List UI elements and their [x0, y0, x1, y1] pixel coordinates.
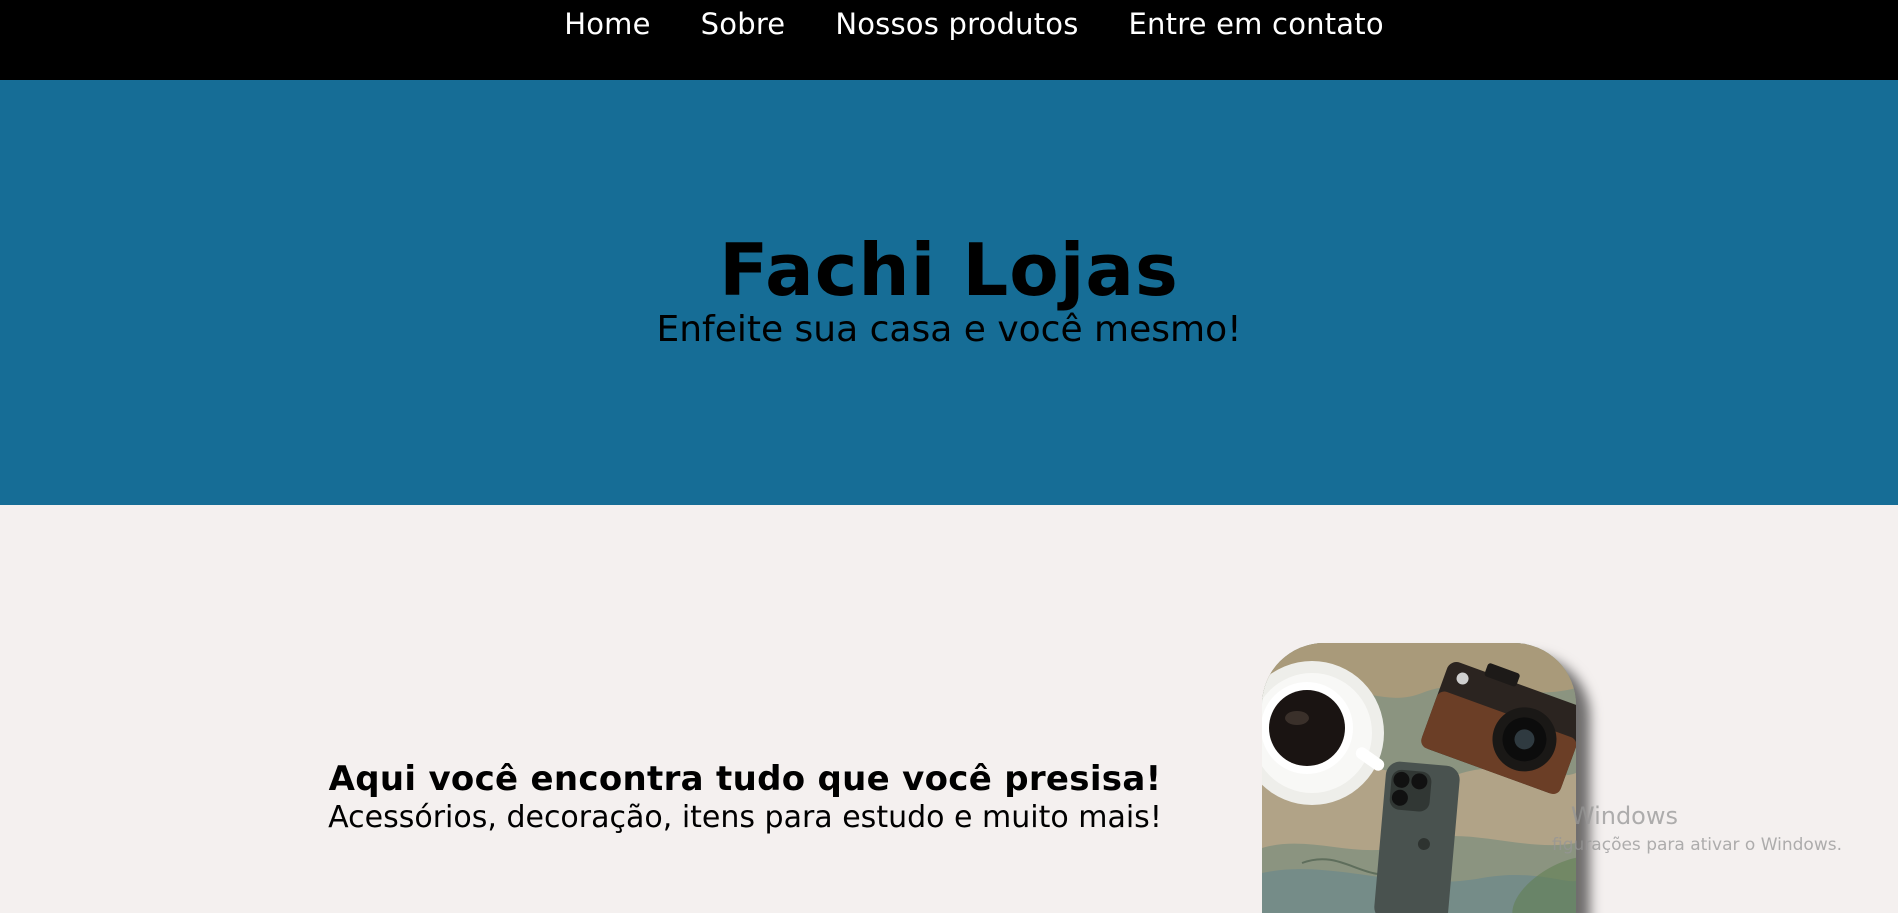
nav-list: Home Sobre Nossos produtos Entre em cont… — [0, 0, 1898, 48]
nav-link-contato[interactable]: Entre em contato — [1129, 7, 1384, 41]
windows-activation-subtitle: figurações para ativar o Windows. — [1552, 835, 1842, 855]
hero-title: Fachi Lojas — [719, 228, 1179, 312]
nav-item-sobre: Sobre — [701, 7, 786, 41]
hero-subtitle: Enfeite sua casa e você mesmo! — [656, 309, 1242, 350]
windows-activation-title: Windows — [1570, 802, 1678, 830]
nav-link-home[interactable]: Home — [564, 7, 650, 41]
nav-item-home: Home — [564, 7, 650, 41]
nav-link-produtos[interactable]: Nossos produtos — [835, 7, 1078, 41]
hero-section: Fachi Lojas Enfeite sua casa e você mesm… — [0, 80, 1898, 505]
product-photo — [1262, 643, 1576, 913]
feature-heading: Aqui você encontra tudo que você presisa… — [328, 759, 1162, 799]
feature-description: Acessórios, decoração, itens para estudo… — [328, 800, 1162, 835]
nav-item-contato: Entre em contato — [1129, 7, 1384, 41]
product-photo-illustration — [1262, 643, 1576, 913]
nav-item-produtos: Nossos produtos — [835, 7, 1078, 41]
top-navigation: Home Sobre Nossos produtos Entre em cont… — [0, 0, 1898, 80]
nav-link-sobre[interactable]: Sobre — [701, 7, 786, 41]
